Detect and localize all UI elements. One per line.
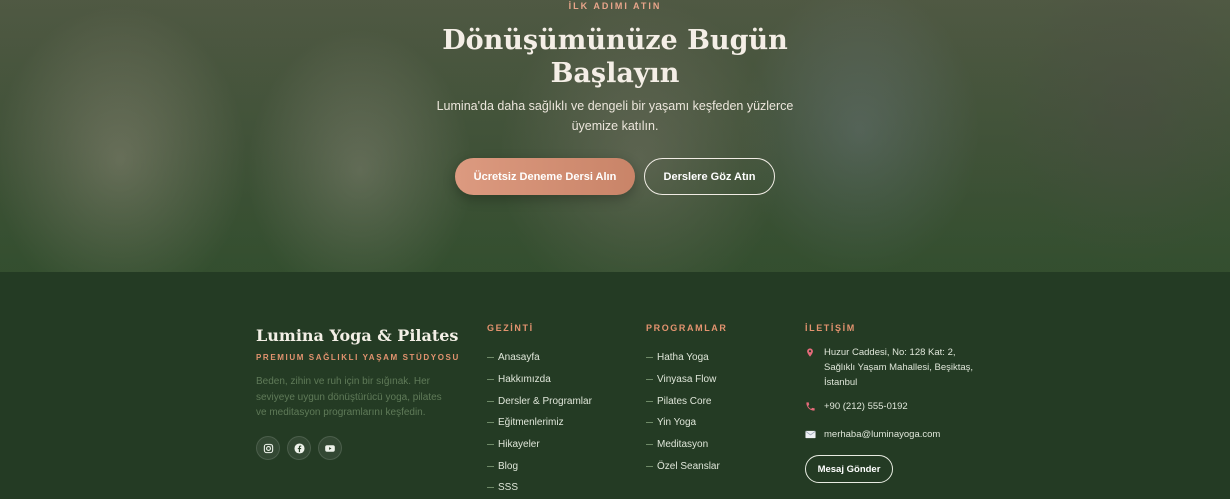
program-link-hatha[interactable]: Hatha Yoga	[646, 347, 720, 369]
contact-email-row[interactable]: merhaba@luminayoga.com	[805, 427, 980, 444]
program-link-private[interactable]: Özel Seanslar	[646, 455, 720, 477]
contact-phone[interactable]: +90 (212) 555-0192	[824, 399, 908, 414]
contact-address: Huzur Caddesi, No: 128 Kat: 2, Sağlıklı …	[824, 347, 974, 388]
programs-heading: PROGRAMLAR	[646, 323, 728, 333]
program-links: Hatha Yoga Vinyasa Flow Pilates Core Yin…	[646, 347, 720, 477]
program-link-vinyasa[interactable]: Vinyasa Flow	[646, 369, 720, 391]
program-link-meditation[interactable]: Meditasyon	[646, 434, 720, 456]
hero-section: İLK ADIMI ATIN Dönüşümünüze Bugün Başlay…	[0, 0, 1230, 272]
nav-link-home[interactable]: Anasayfa	[487, 347, 592, 369]
nav-link-instructors[interactable]: Eğitmenlerimiz	[487, 412, 592, 434]
program-link-yin[interactable]: Yin Yoga	[646, 412, 720, 434]
footer-brand-description: Beden, zihin ve ruh için bir sığınak. He…	[256, 376, 442, 418]
hero-title: Dönüşümünüze Bugün Başlayın	[442, 25, 788, 89]
free-trial-button[interactable]: Ücretsiz Deneme Dersi Alın	[455, 158, 635, 195]
contact-address-row: Huzur Caddesi, No: 128 Kat: 2, Sağlıklı …	[805, 345, 980, 390]
nav-link-about[interactable]: Hakkımızda	[487, 369, 592, 391]
mail-icon	[805, 429, 817, 444]
footer-brand-tagline: PREMIUM SAĞLIKLI YAŞAM STÜDYOSU	[256, 353, 460, 362]
nav-heading: GEZİNTİ	[487, 323, 534, 333]
map-pin-icon	[805, 347, 817, 363]
program-link-pilates[interactable]: Pilates Core	[646, 390, 720, 412]
nav-link-faq[interactable]: SSS	[487, 477, 592, 499]
nav-link-classes[interactable]: Dersler & Programlar	[487, 390, 592, 412]
hero-subtitle: Lumina'da daha sağlıklı ve dengeli bir y…	[436, 99, 794, 133]
social-links	[256, 436, 342, 460]
phone-icon	[805, 401, 817, 417]
youtube-icon[interactable]	[318, 436, 342, 460]
site-footer: Lumina Yoga & Pilates PREMIUM SAĞLIKLI Y…	[0, 272, 1230, 498]
contact-phone-row[interactable]: +90 (212) 555-0192	[805, 399, 980, 417]
facebook-icon[interactable]	[287, 436, 311, 460]
browse-classes-button[interactable]: Derslere Göz Atın	[644, 158, 775, 195]
nav-link-blog[interactable]: Blog	[487, 455, 592, 477]
contact-heading: İLETİŞİM	[805, 323, 856, 333]
nav-links: Anasayfa Hakkımızda Dersler & Programlar…	[487, 347, 592, 499]
send-message-button[interactable]: Mesaj Gönder	[805, 455, 893, 483]
contact-email[interactable]: merhaba@luminayoga.com	[824, 427, 940, 442]
instagram-icon[interactable]	[256, 436, 280, 460]
nav-link-stories[interactable]: Hikayeler	[487, 434, 592, 456]
hero-eyebrow: İLK ADIMI ATIN	[568, 1, 662, 11]
footer-brand-name[interactable]: Lumina Yoga & Pilates	[256, 326, 458, 345]
contact-info: Huzur Caddesi, No: 128 Kat: 2, Sağlıklı …	[805, 345, 980, 444]
